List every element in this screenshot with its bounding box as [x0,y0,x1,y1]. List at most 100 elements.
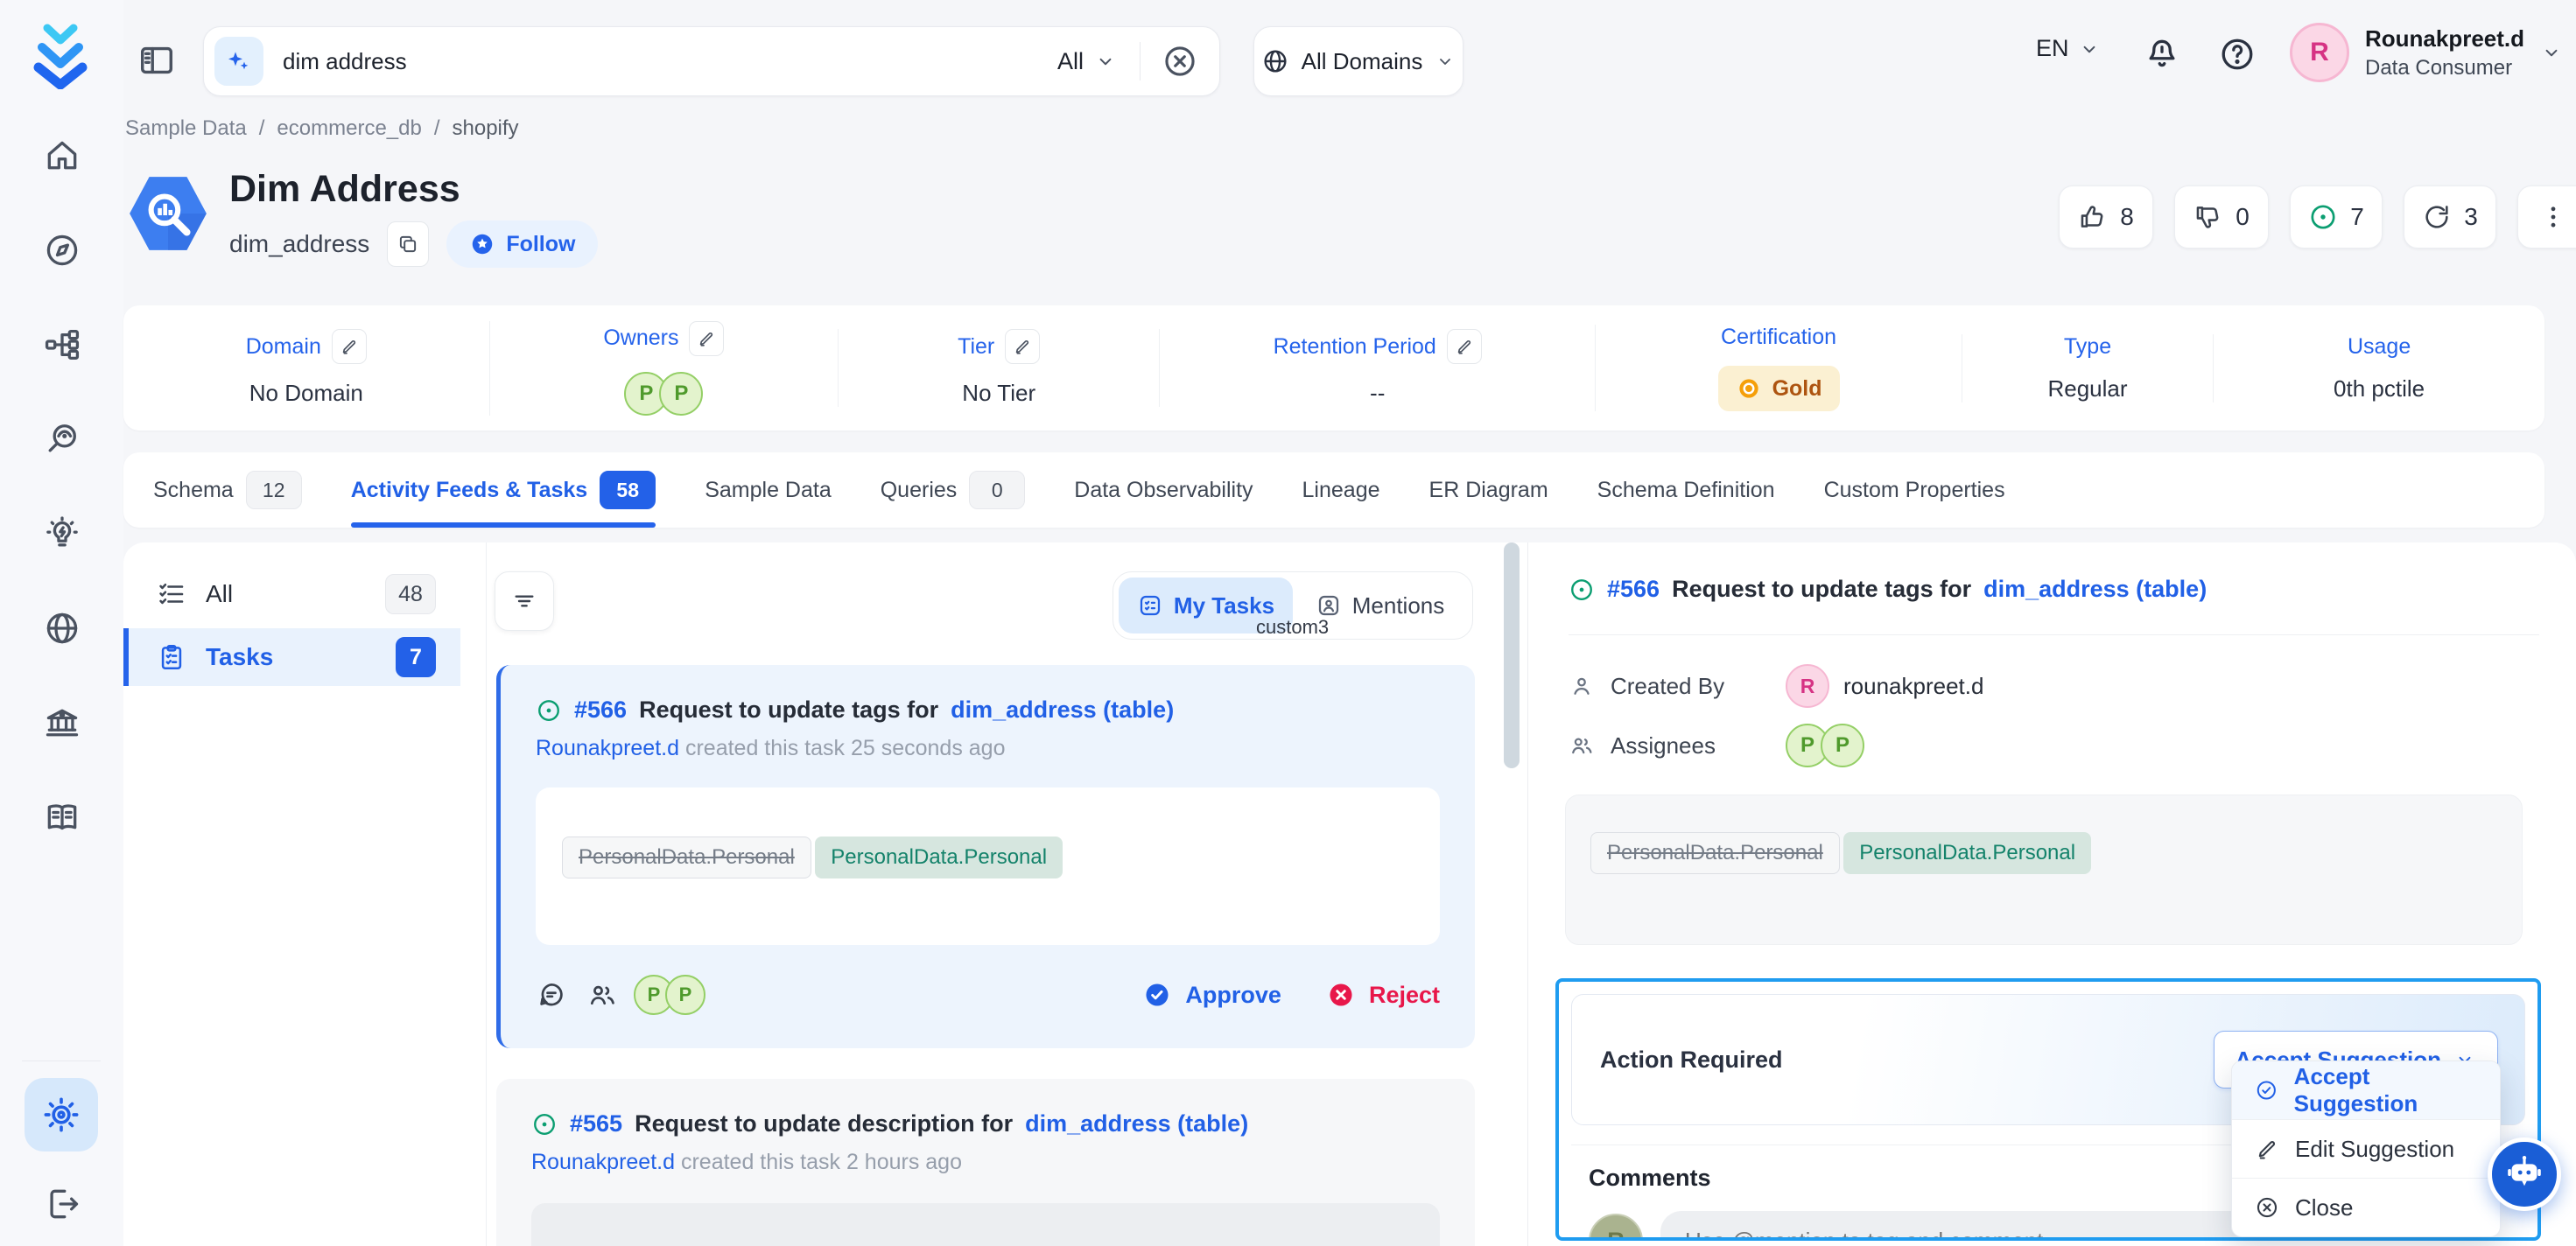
search-scope-dropdown[interactable]: All [1057,48,1117,75]
task-asset-link[interactable]: dim_address (table) [1025,1110,1248,1138]
open-tasks-button[interactable]: 7 [2290,186,2383,248]
feed-filter-button[interactable] [495,571,554,631]
user-menu[interactable]: R Rounakpreet.d Data Consumer [2290,23,2563,82]
filter-tasks[interactable]: Tasks 7 [123,628,460,686]
breadcrumb-separator: / [259,116,265,141]
search-input[interactable] [281,47,1057,76]
task-assignee-avatars[interactable]: P P [634,975,705,1015]
tab-data-observability[interactable]: Data Observability [1074,452,1253,528]
tab-queries[interactable]: Queries0 [881,452,1026,528]
created-by-label: Created By [1611,673,1786,700]
chatbot-button[interactable] [2488,1138,2561,1211]
search-clear-button[interactable] [1162,43,1198,80]
reject-label: Reject [1369,982,1440,1009]
checklist-icon [157,579,186,609]
help-icon [2218,35,2257,74]
nav-logout[interactable] [0,1176,123,1232]
owners-avatars[interactable]: P P [624,372,703,416]
upvote-button[interactable]: 8 [2059,186,2153,248]
tab-schema-definition[interactable]: Schema Definition [1597,452,1775,528]
task-status-icon [536,697,562,724]
action-dropdown-menu: Accept Suggestion Edit Suggestion Close [2231,1060,2501,1237]
approve-button[interactable]: Approve [1143,981,1281,1009]
menu-accept-suggestion[interactable]: Accept Suggestion [2232,1061,2500,1119]
comment-bubble-icon[interactable] [536,979,567,1011]
detail-assignee-avatars[interactable]: P P [1786,724,1864,767]
more-actions-button[interactable] [2517,186,2576,248]
tab-activity-feeds-tasks[interactable]: Activity Feeds & Tasks58 [351,452,656,528]
filter-all[interactable]: All 48 [123,565,460,623]
tab-custom-properties[interactable]: Custom Properties [1824,452,2005,528]
bigquery-hexagon-icon [125,171,211,256]
robot-icon [2503,1153,2545,1195]
feed-scrollbar-thumb[interactable] [1504,542,1520,768]
task-id[interactable]: #565 [570,1110,622,1138]
added-tag-pill: PersonalData.Personal [815,836,1063,878]
language-dropdown[interactable]: EN [2036,35,2101,62]
avatar: P [1821,724,1864,767]
edit-owners-button[interactable] [689,321,724,356]
app-logo[interactable] [28,19,93,89]
tab-er-diagram[interactable]: ER Diagram [1429,452,1548,528]
ai-search-button[interactable] [214,37,263,86]
help-button[interactable] [2218,35,2257,74]
meta-domain: Domain No Domain [123,329,489,407]
meta-tier-value[interactable]: No Tier [962,380,1035,407]
follow-button[interactable]: Follow [446,220,598,268]
certification-badge[interactable]: Gold [1718,366,1840,411]
breadcrumb-item[interactable]: shopify [453,116,519,141]
task-author-link[interactable]: Rounakpreet.d [536,736,679,760]
user-role: Data Consumer [2365,56,2524,80]
task-card-566[interactable]: #566 Request to update tags for dim_addr… [496,665,1475,1048]
breadcrumb-item[interactable]: Sample Data [125,116,247,141]
mentions-label: Mentions [1352,592,1445,620]
nav-discover[interactable] [0,222,123,278]
compass-icon [43,231,81,270]
meta-domain-value[interactable]: No Domain [249,380,363,407]
sidebar-toggle-button[interactable] [137,40,177,80]
detail-asset-link[interactable]: dim_address (table) [1983,576,2207,603]
menu-close[interactable]: Close [2232,1179,2500,1236]
task-id[interactable]: #566 [574,696,627,724]
task-author-link[interactable]: Rounakpreet.d [531,1150,675,1174]
avatar: R [2290,23,2349,82]
assignees-icon[interactable] [586,979,618,1011]
upvote-count: 8 [2120,203,2134,231]
detail-task-id[interactable]: #566 [1607,576,1660,603]
nav-governance[interactable] [0,695,123,751]
global-search[interactable]: All [203,26,1220,96]
rail-divider [22,1060,101,1061]
avatar: P [659,372,703,416]
menu-edit-suggestion[interactable]: Edit Suggestion [2232,1120,2500,1178]
reject-button[interactable]: Reject [1327,981,1440,1009]
downvote-button[interactable]: 0 [2174,186,2269,248]
copy-name-button[interactable] [387,221,429,267]
description-preview: This dimension table contains the billin… [561,1240,1410,1246]
created-by-value[interactable]: rounakpreet.d [1843,673,1983,700]
tab-schema[interactable]: Schema12 [153,452,302,528]
nav-lineage[interactable] [0,317,123,373]
activity-button[interactable]: 3 [2404,186,2496,248]
nav-observability[interactable] [0,411,123,467]
mention-person-icon [1316,592,1342,619]
edit-tier-button[interactable] [1005,329,1040,364]
tab-lineage[interactable]: Lineage [1302,452,1380,528]
edit-domain-button[interactable] [332,329,367,364]
home-icon [43,136,81,175]
nav-settings[interactable] [25,1078,98,1152]
tab-sample-data[interactable]: Sample Data [705,452,832,528]
nav-glossary[interactable] [0,600,123,656]
edit-retention-button[interactable] [1447,329,1482,364]
meta-retention-value[interactable]: -- [1370,380,1385,407]
nav-docs[interactable] [0,789,123,845]
task-card-565[interactable]: #565 Request to update description for d… [496,1079,1475,1246]
notifications-button[interactable] [2143,35,2181,74]
nav-home[interactable] [0,128,123,184]
domains-dropdown[interactable]: All Domains [1253,26,1463,96]
task-asset-link[interactable]: dim_address (table) [951,696,1174,724]
meta-owners-label: Owners [603,326,678,351]
tab-badge: 0 [969,471,1025,509]
breadcrumb-item[interactable]: ecommerce_db [277,116,421,141]
task-meta: created this task 2 hours ago [681,1150,962,1174]
nav-insights[interactable] [0,506,123,562]
